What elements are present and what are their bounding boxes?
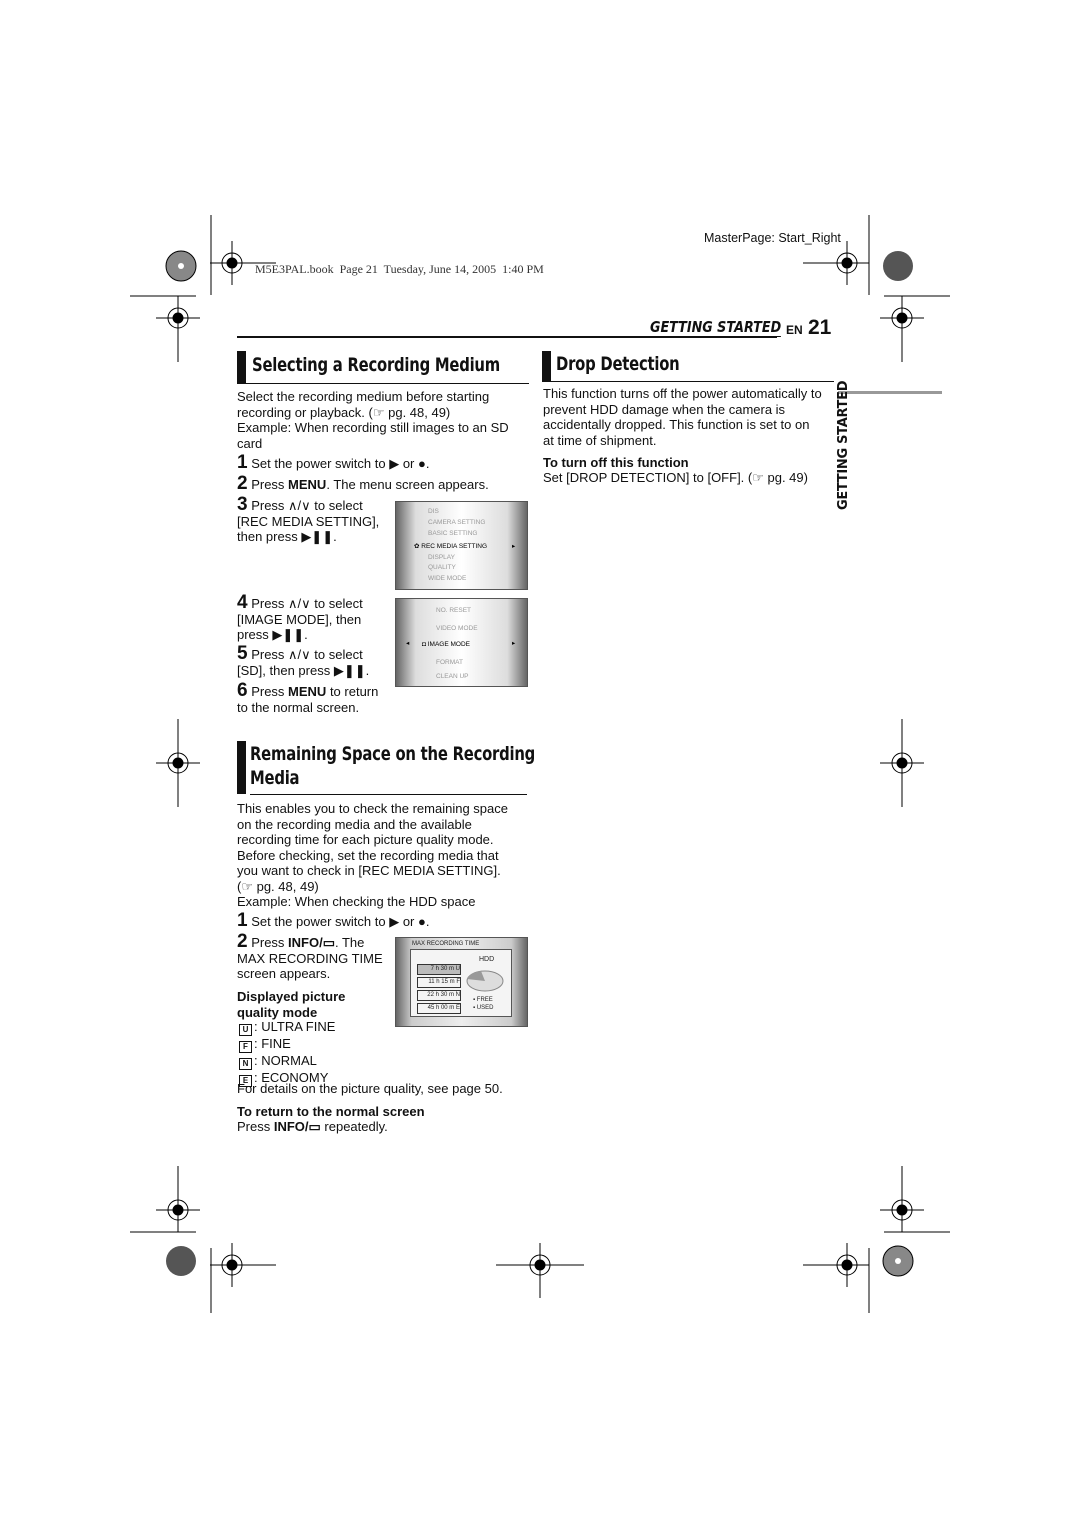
- side-tab: GETTING STARTED: [836, 380, 851, 510]
- selecting-intro: Select the recording medium before start…: [237, 389, 509, 451]
- book-info: M5E3PAL.book Page 21 Tuesday, June 14, 2…: [255, 262, 544, 276]
- step-4: 4 Press ∧/∨ to select [IMAGE MODE], then p…: [237, 592, 363, 642]
- page-number: 21: [808, 316, 832, 339]
- drop-subheading: To turn off this function: [543, 455, 689, 470]
- step-2: 2 Press MENU. The menu screen appears.: [237, 473, 489, 494]
- step-1: 1 Set the power switch to ▶ or ●.: [237, 452, 430, 473]
- quality-heading: Displayed picture quality mode: [237, 989, 346, 1020]
- remaining-body: This enables you to check the remaining …: [237, 801, 508, 909]
- return-instruction: Press INFO/▭ repeatedly.: [237, 1119, 388, 1134]
- heading-remaining: Remaining Space on the Recording Media: [250, 743, 536, 789]
- registration-marks: [130, 215, 950, 1313]
- menu-screen-1: DIS CAMERA SETTING BASIC SETTING ✿ REC M…: [395, 501, 528, 590]
- menu-screen-2: NO. RESET VIDEO MODE ◘ IMAGE MODE FORMAT…: [395, 598, 528, 687]
- heading-drop: Drop Detection: [556, 353, 680, 375]
- max-recording-screen: MAX RECORDING TIME HDD 7 h 30 m U 11 h 1…: [395, 937, 528, 1027]
- normal-icon: N: [239, 1058, 252, 1070]
- rem-step-2: 2 Press INFO/▭. The MAX RECORDING TIME scr…: [237, 931, 383, 981]
- rem-step-1: 1 Set the power switch to ▶ or ●.: [237, 910, 430, 931]
- hdd-pie-icon: [466, 970, 504, 992]
- heading-selecting: Selecting a Recording Medium: [252, 354, 500, 376]
- masterpage-label: MasterPage: Start_Right: [704, 231, 841, 245]
- quality-details: For details on the picture quality, see …: [237, 1081, 503, 1096]
- step-3: 3 Press ∧/∨ to select [REC MEDIA SETTING]…: [237, 494, 380, 544]
- drop-body: This function turns off the power automa…: [543, 386, 822, 448]
- ultra-fine-icon: U: [239, 1024, 252, 1036]
- step-6: 6 Press MENU to return to the normal scre…: [237, 680, 379, 715]
- lang-label: EN: [786, 323, 803, 337]
- step-5: 5 Press ∧/∨ to select [SD], then press ▶❚…: [237, 643, 370, 678]
- return-heading: To return to the normal screen: [237, 1104, 425, 1119]
- quality-modes: U: ULTRA FINE F: FINE N: NORMAL E: ECONO…: [237, 1019, 335, 1087]
- fine-icon: F: [239, 1041, 252, 1053]
- side-tab-rule: [838, 391, 942, 394]
- drop-instruction: Set [DROP DETECTION] to [OFF]. (☞ pg. 49…: [543, 470, 808, 485]
- section-title: GETTING STARTED: [650, 318, 782, 337]
- manual-page: MasterPage: Start_Right M5E3PAL.book Pag…: [0, 0, 1080, 1528]
